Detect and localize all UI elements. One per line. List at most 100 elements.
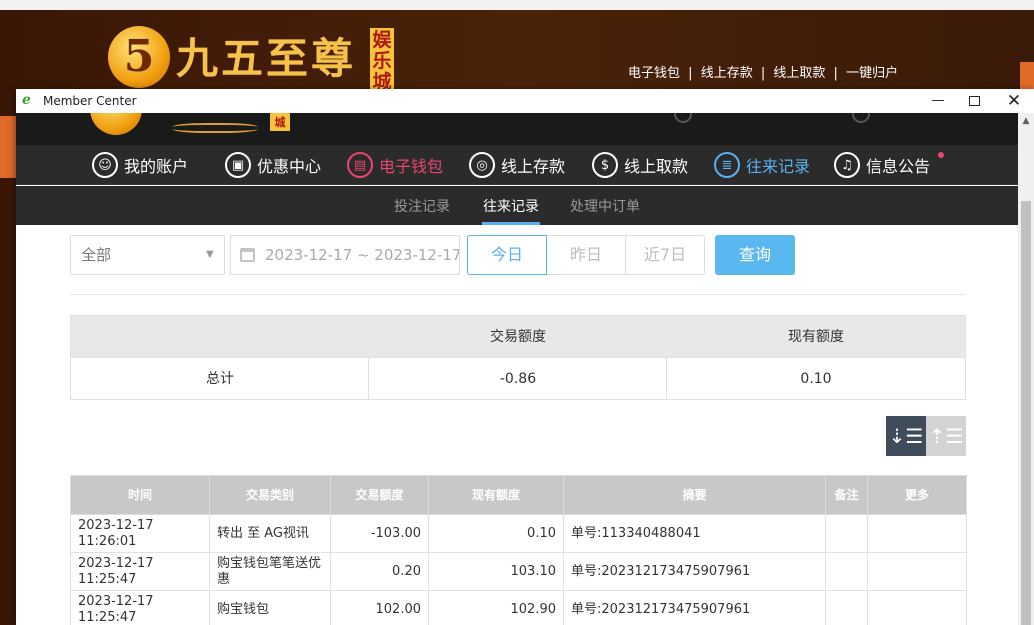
cell-more[interactable] <box>867 514 967 553</box>
browser-top-strip <box>0 0 1034 10</box>
nav-label: 电子钱包 <box>379 157 444 176</box>
link-separator: | <box>688 66 693 81</box>
date-range-input[interactable]: 2023-12-17 ~ 2023-12-17 <box>230 235 460 275</box>
header-logo-emblem[interactable] <box>90 113 142 135</box>
deposit-icon: ◎ <box>469 152 495 178</box>
cell-balance: 102.90 <box>428 590 564 625</box>
sort-descending-button[interactable]: ⇣☰ <box>886 416 926 456</box>
active-tab-indicator <box>482 222 540 225</box>
table-row[interactable]: 2023-12-17 11:25:47 购宝钱包 102.00 102.90 单… <box>70 590 967 625</box>
link-e-wallet[interactable]: 电子钱包 <box>628 66 680 81</box>
calendar-icon <box>240 248 255 262</box>
records-table: 时间 交易类别 交易额度 现有额度 摘要 备注 更多 2023-12-17 11… <box>70 475 967 625</box>
nav-e-wallet[interactable]: ▤ 电子钱包 <box>347 151 443 179</box>
nav-promotions[interactable]: ▣ 优惠中心 <box>225 151 321 179</box>
user-icon: ☺ <box>92 152 118 178</box>
site-logo-text: 九五至尊 <box>176 34 357 83</box>
cell-time: 2023-12-17 11:26:01 <box>70 514 210 553</box>
yesterday-button[interactable]: 昨日 <box>547 235 626 275</box>
main-nav: ☺ 我的账户 ▣ 优惠中心 ▤ 电子钱包 ◎ 线上存款 $ 线上取款 ≣ 往来记… <box>16 145 1018 185</box>
maximize-icon <box>968 95 980 106</box>
divider <box>70 294 966 295</box>
site-top-links: 电子钱包 | 线上存款 | 线上取款 | 一键归户 <box>628 62 902 81</box>
cell-summary: 单号:202312173475907961 <box>563 590 826 625</box>
tab-bet-records[interactable]: 投注记录 <box>394 196 450 216</box>
nav-label: 我的账户 <box>124 157 189 176</box>
site-logo-badge: 娱乐城 <box>370 28 394 93</box>
nav-label: 信息公告 <box>866 157 931 176</box>
col-remark-label: 备注 <box>834 488 859 502</box>
wallet-icon: ▤ <box>347 152 373 178</box>
link-online-deposit[interactable]: 线上存款 <box>701 66 753 81</box>
page-content: 城 ☺ 我的账户 ▣ 优惠中心 ▤ 电子钱包 ◎ 线上存款 $ 线上取款 ≣ 往… <box>16 113 1018 625</box>
cell-more[interactable] <box>867 552 967 591</box>
today-button[interactable]: 今日 <box>467 235 547 275</box>
sort-desc-icon: ⇣☰ <box>888 424 924 448</box>
chevron-down-icon: ▼ <box>206 249 214 260</box>
cell-time: 2023-12-17 11:25:47 <box>70 552 210 591</box>
col-amount[interactable]: 交易额度 <box>330 475 429 515</box>
summary-total-amount: -0.86 <box>499 371 537 387</box>
nav-label: 线上存款 <box>501 157 566 176</box>
link-separator: | <box>760 66 766 81</box>
table-row[interactable]: 2023-12-17 11:25:47 购宝钱包笔笔送优惠 0.20 103.1… <box>70 552 967 591</box>
query-button[interactable]: 查询 <box>715 235 795 275</box>
withdraw-icon: $ <box>592 152 618 178</box>
tab-pending-orders[interactable]: 处理中订单 <box>570 196 640 216</box>
maximize-button[interactable] <box>956 89 992 113</box>
cell-amount: 102.00 <box>330 590 429 625</box>
type-select[interactable]: 全部 <box>70 235 225 275</box>
cell-amount: -103.00 <box>330 514 429 553</box>
summary-table: 交易额度 现有额度 总计 -0.86 0.10 <box>70 315 966 400</box>
notification-dot <box>938 152 944 158</box>
cell-type: 购宝钱包 <box>209 590 331 625</box>
last-7-days-button[interactable]: 近7日 <box>625 235 705 275</box>
sort-ascending-button[interactable]: ⇡☰ <box>926 416 966 456</box>
nav-announcements[interactable]: ♫ 信息公告 <box>834 151 930 179</box>
cell-summary: 单号:202312173475907961 <box>563 552 826 591</box>
header-logo-badge: 城 <box>270 113 290 131</box>
table-row[interactable]: 2023-12-17 11:26:01 转出 至 AG视讯 -103.00 0.… <box>70 514 967 553</box>
tab-transaction-records[interactable]: 往来记录 <box>483 196 539 216</box>
col-time[interactable]: 时间 <box>70 475 210 515</box>
sort-asc-icon: ⇡☰ <box>928 424 964 448</box>
header-user-icon <box>674 113 692 123</box>
cell-remark <box>825 552 868 591</box>
col-balance[interactable]: 现有额度 <box>428 475 564 515</box>
minimize-button[interactable]: — <box>920 89 956 113</box>
table-header-row: 时间 交易类别 交易额度 现有额度 摘要 备注 更多 <box>70 475 967 515</box>
nav-label: 优惠中心 <box>257 157 322 176</box>
link-online-withdraw[interactable]: 线上取款 <box>773 66 825 81</box>
col-more[interactable]: 更多 <box>867 475 967 515</box>
close-button[interactable]: ✕ <box>996 89 1032 113</box>
nav-my-account[interactable]: ☺ 我的账户 <box>92 151 188 179</box>
summary-total-balance: 0.10 <box>800 371 832 387</box>
link-one-click-transfer[interactable]: 一键归户 <box>846 66 898 81</box>
scroll-thumb[interactable] <box>1021 201 1031 625</box>
header-logo-bar: 城 <box>16 113 1018 145</box>
cell-remark <box>825 514 868 553</box>
cell-type: 转出 至 AG视讯 <box>209 514 331 553</box>
nav-records[interactable]: ≣ 往来记录 <box>714 151 810 179</box>
col-remark[interactable]: 备注 <box>825 475 868 515</box>
summary-header-amount: 交易额度 <box>490 329 546 345</box>
col-type[interactable]: 交易类别 <box>209 475 331 515</box>
ie-icon: e <box>22 92 31 108</box>
col-summary[interactable]: 摘要 <box>563 475 826 515</box>
cell-remark <box>825 590 868 625</box>
bell-icon: ♫ <box>834 152 860 178</box>
scroll-up-icon[interactable]: ▲ <box>1018 113 1034 129</box>
header-logo-ornament <box>172 123 258 133</box>
nav-online-deposit[interactable]: ◎ 线上存款 <box>469 151 565 179</box>
cell-balance: 0.10 <box>428 514 564 553</box>
cell-type: 购宝钱包笔笔送优惠 <box>209 552 331 591</box>
vertical-scrollbar[interactable]: ▲ <box>1018 113 1034 625</box>
link-separator: | <box>833 66 838 81</box>
cell-summary: 单号:113340488041 <box>563 514 826 553</box>
nav-label: 往来记录 <box>746 157 811 176</box>
window-titlebar[interactable]: e Member Center — ✕ <box>16 89 1034 113</box>
nav-online-withdraw[interactable]: $ 线上取款 <box>592 151 688 179</box>
cell-amount: 0.20 <box>330 552 429 591</box>
gift-icon: ▣ <box>225 152 251 178</box>
cell-more[interactable] <box>867 590 967 625</box>
